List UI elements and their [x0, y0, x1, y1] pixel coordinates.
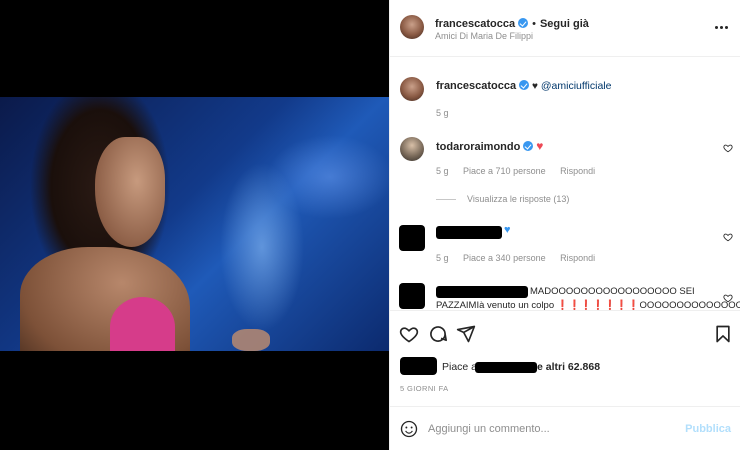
redacted-liker-name[interactable]	[475, 362, 537, 373]
reply-button[interactable]: Rispondi	[560, 253, 595, 263]
redacted-avatar[interactable]	[399, 283, 425, 309]
action-bar	[390, 310, 740, 355]
verified-icon	[523, 141, 534, 151]
separator-dot: •	[532, 18, 536, 30]
comment-meta: 5 g Piace a 710 persone Rispondi	[436, 166, 607, 176]
caption-text: francescatocca ♥ @amiciufficiale	[436, 79, 611, 94]
caption: francescatocca ♥ @amiciufficiale 5 g	[390, 75, 740, 121]
replies-divider	[436, 199, 456, 200]
post-timestamp[interactable]: 5 GIORNI FA	[400, 384, 449, 393]
comment-likes[interactable]: Piace a 710 persone	[463, 166, 546, 176]
author-username[interactable]: francescatocca	[435, 18, 515, 30]
verified-icon	[519, 80, 530, 90]
photo-hand	[232, 329, 270, 351]
heart-icon[interactable]	[723, 293, 733, 303]
view-replies-button[interactable]: Visualizza le risposte (13)	[467, 194, 569, 204]
emoji-icon[interactable]	[400, 420, 418, 438]
comment-input[interactable]	[428, 419, 678, 439]
author-avatar[interactable]	[400, 15, 424, 39]
redacted-avatar[interactable]	[399, 225, 425, 251]
comment-likes[interactable]: Piace a 340 persone	[463, 253, 546, 263]
comment-meta: 5 g Piace a 340 persone Rispondi	[436, 253, 607, 263]
comment-composer: Pubblica	[390, 406, 740, 450]
comment-text-line: PAZZAIMIà venuto un colpo ❗❗❗❗❗❗❗OOOOOOO…	[436, 300, 740, 310]
red-heart-emoji: ♥	[536, 139, 544, 153]
blue-heart-emoji: ♥	[504, 224, 511, 236]
follow-button[interactable]: Segui già	[540, 18, 589, 30]
comment-age: 5 g	[436, 166, 449, 176]
post-media[interactable]	[0, 0, 389, 450]
post-sidebar: francescatocca • Segui già Amici Di Maria …	[389, 0, 740, 450]
likes-summary[interactable]: Piace a e altri 62.868	[400, 357, 740, 377]
share-icon[interactable]	[456, 324, 476, 344]
comment-text-line: MADOOOOOOOOOOOOOOOOO SEI	[530, 286, 695, 297]
heart-icon[interactable]	[399, 324, 419, 344]
reply-button[interactable]: Rispondi	[560, 166, 595, 176]
verified-icon	[518, 18, 529, 28]
comment-age: 5 g	[436, 253, 449, 263]
caption-mention[interactable]: @amiciufficiale	[541, 80, 612, 92]
bookmark-icon[interactable]	[713, 324, 733, 344]
heart-icon[interactable]	[723, 143, 733, 153]
comment-item: todaroraimondo ♥ 5 g Piace a 710 persone…	[390, 135, 740, 215]
publish-button[interactable]: Pubblica	[685, 423, 731, 435]
photo-swimsuit	[110, 297, 175, 351]
comment-text: todaroraimondo ♥	[436, 139, 543, 154]
commenter-avatar[interactable]	[400, 137, 424, 161]
comments-list[interactable]: francescatocca ♥ @amiciufficiale 5 g tod…	[390, 57, 740, 310]
likes-suffix[interactable]: e altri 62.868	[537, 361, 600, 373]
comment-icon[interactable]	[428, 324, 448, 344]
redacted-liker-avatar[interactable]	[400, 357, 437, 375]
author-subtitle[interactable]: Amici Di Maria De Filippi	[435, 31, 533, 41]
comment-item: MADOOOOOOOOOOOOOOOOO SEI PAZZAIMIà venut…	[390, 281, 740, 310]
post-header: francescatocca • Segui già Amici Di Maria …	[390, 0, 740, 57]
likes-prefix: Piace a	[442, 361, 478, 373]
commenter-username[interactable]: todaroraimondo	[436, 141, 520, 153]
black-heart-emoji: ♥	[532, 81, 538, 92]
post-photo[interactable]	[0, 97, 389, 351]
author-line: francescatocca • Segui già	[435, 14, 589, 32]
redacted-username[interactable]	[436, 286, 528, 298]
redacted-username[interactable]	[436, 226, 502, 239]
caption-username[interactable]: francescatocca	[436, 80, 516, 92]
photo-face	[95, 137, 165, 247]
caption-age: 5 g	[436, 108, 449, 118]
caption-avatar[interactable]	[400, 77, 424, 101]
heart-icon[interactable]	[723, 232, 733, 242]
more-icon[interactable]	[715, 20, 729, 34]
comment-item: ♥ 5 g Piace a 340 persone Rispondi	[390, 221, 740, 271]
